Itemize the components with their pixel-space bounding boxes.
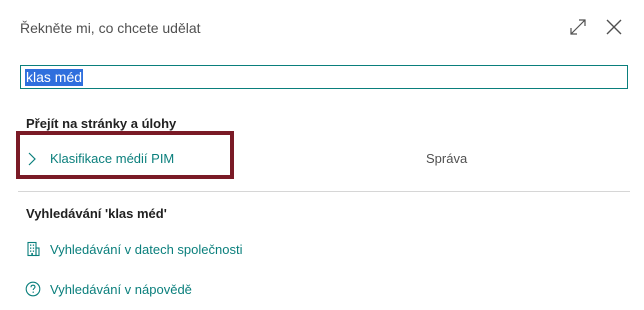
result-row-klasifikace-medii-pim[interactable]: Klasifikace médií PIM Správa [18, 139, 628, 179]
section-divider [18, 191, 630, 192]
dialog-title: Řekněte mi, co chcete udělat [20, 20, 201, 36]
close-button[interactable] [603, 16, 625, 38]
search-help-label: Vyhledávání v nápovědě [50, 281, 192, 297]
result-label: Klasifikace médií PIM [50, 151, 175, 166]
expand-button[interactable] [567, 16, 589, 38]
search-company-data-link[interactable]: Vyhledávání v datech společnosti [24, 239, 242, 259]
search-input[interactable]: klas méd [20, 65, 628, 89]
search-help-link[interactable]: Vyhledávání v nápovědě [24, 279, 192, 299]
result-category: Správa [426, 151, 468, 166]
expand-icon [570, 19, 586, 35]
help-circle-icon [24, 280, 42, 298]
search-company-data-label: Vyhledávání v datech společnosti [50, 241, 243, 257]
chevron-right-icon [28, 152, 36, 166]
building-icon [24, 240, 42, 258]
goto-section-header: Přejít na stránky a úlohy [26, 116, 177, 131]
search-input-value: klas méd [25, 68, 84, 86]
tell-me-dialog: Řekněte mi, co chcete udělat klas méd Př… [0, 0, 644, 310]
close-icon [606, 19, 622, 35]
search-section-header: Vyhledávání 'klas méd' [26, 206, 167, 221]
